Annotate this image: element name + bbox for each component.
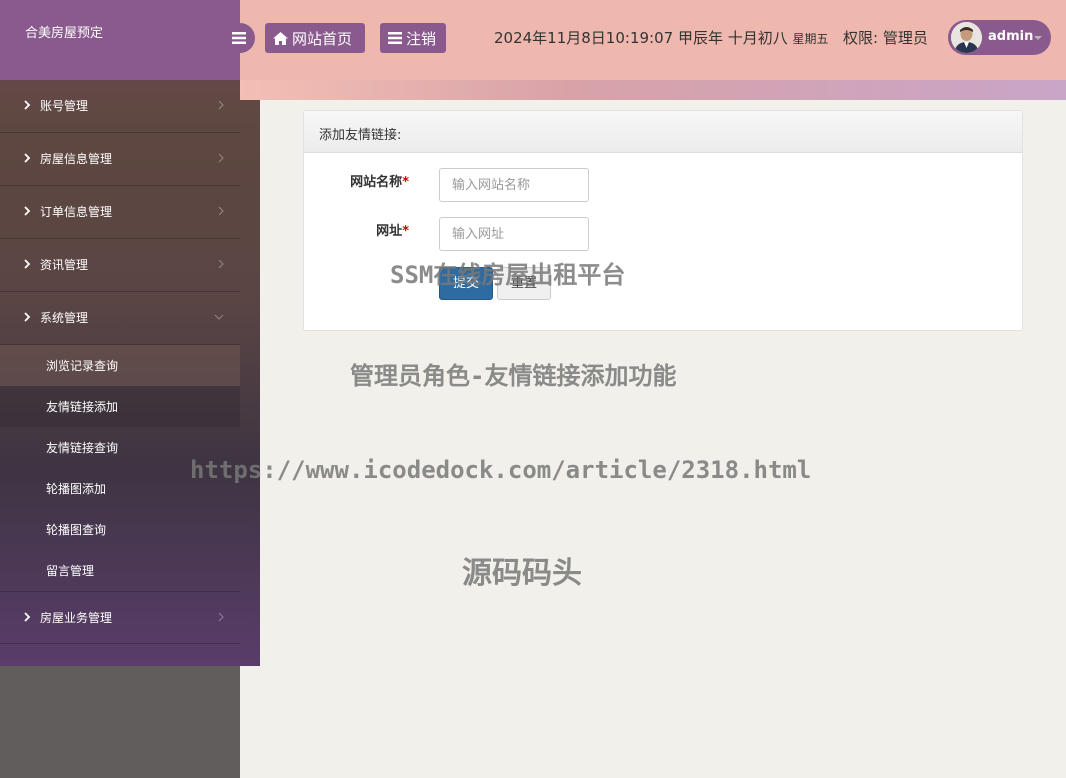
add-link-form-panel: 添加友情链接: 网站名称* 网址* 提交 重置 [303,110,1023,331]
home-icon [273,31,288,45]
datetime-text: 2024年11月8日10:19:07 甲辰年 十月初八 [494,29,788,47]
url-label-text: 网址 [376,224,403,239]
header-gradient-strip [240,80,1066,100]
watermark-url: https://www.icodedock.com/article/2318.h… [190,456,812,484]
weekday-text: 星期五 [792,32,829,46]
logout-button[interactable]: 注销 [380,23,446,53]
site-name-label: 网站名称* [304,171,409,190]
chevron-right-icon [218,259,224,269]
logout-button-label: 注销 [406,29,437,48]
sidebar-item-house-info[interactable]: 房屋信息管理 [0,133,240,186]
chevron-down-icon [214,314,224,320]
submenu-item-label: 友情链接查询 [46,441,119,455]
avatar [951,22,982,53]
menu-lines-icon [388,32,402,44]
home-button-label: 网站首页 [292,29,353,48]
caret-down-icon [1034,36,1042,40]
sidebar-item-label: 账号管理 [40,99,89,113]
form-title: 添加友情链接: [304,111,1022,153]
sidebar-item-label: 房屋业务管理 [40,611,113,625]
permission-text: 权限: 管理员 [843,29,928,47]
submenu-item-label: 友情链接添加 [46,400,119,414]
submenu-item-label: 轮播图添加 [46,482,107,496]
chevron-right-icon [24,612,31,622]
chevron-right-icon [24,259,31,269]
chevron-right-icon [24,206,31,216]
home-button[interactable]: 网站首页 [265,23,365,53]
url-label: 网址* [304,220,409,239]
sidebar-toggle-button-overlay[interactable] [222,23,255,53]
sidebar-menu: 账号管理 房屋信息管理 订单信息管理 资讯管理 系统管理 浏览记录查询 友情链接… [0,80,240,644]
watermark-feature: 管理员角色-友情链接添加功能 [350,362,677,390]
submenu-item-query-carousel[interactable]: 轮播图查询 [0,509,240,550]
brand-bar: 合美房屋预定 [0,0,240,80]
username: admin [988,29,1034,44]
chevron-right-icon [218,153,224,163]
chevron-right-icon [24,100,31,110]
chevron-right-icon [218,100,224,110]
sidebar-item-label: 系统管理 [40,311,89,325]
site-name-input[interactable] [439,168,589,202]
sidebar-item-account[interactable]: 账号管理 [0,80,240,133]
sidebar-item-news[interactable]: 资讯管理 [0,239,240,292]
chevron-right-icon [24,153,31,163]
site-name-label-text: 网站名称 [350,175,403,190]
datetime-display: 2024年11月8日10:19:07 甲辰年 十月初八 星期五 [494,27,829,48]
submenu-item-label: 轮播图查询 [46,523,107,537]
chevron-right-icon [218,612,224,622]
user-menu[interactable]: admin [948,20,1051,55]
submenu-item-label: 留言管理 [46,564,95,578]
sidebar-item-label: 资讯管理 [40,258,89,272]
submenu-item-add-link[interactable]: 友情链接添加 [0,386,240,427]
chevron-right-icon [218,206,224,216]
watermark-platform: SSM在线房屋出租平台 [390,261,626,289]
submenu-item-messages[interactable]: 留言管理 [0,550,240,591]
sidebar-item-label: 房屋信息管理 [40,152,113,166]
hamburger-icon [231,32,246,44]
sidebar-item-label: 订单信息管理 [40,205,113,219]
required-mark: * [402,224,409,239]
sidebar-item-orders[interactable]: 订单信息管理 [0,186,240,239]
sidebar-item-system[interactable]: 系统管理 [0,292,240,345]
user-avatar-icon [951,22,982,53]
required-mark: * [402,175,409,190]
url-input[interactable] [439,217,589,251]
submenu-item-label: 浏览记录查询 [46,359,119,373]
submenu-item-browse-history[interactable]: 浏览记录查询 [0,345,240,386]
watermark-source: 源码码头 [462,556,582,591]
sidebar-item-house-business[interactable]: 房屋业务管理 [0,591,240,644]
chevron-right-icon [24,312,31,322]
app-title: 合美房屋预定 [25,26,104,41]
